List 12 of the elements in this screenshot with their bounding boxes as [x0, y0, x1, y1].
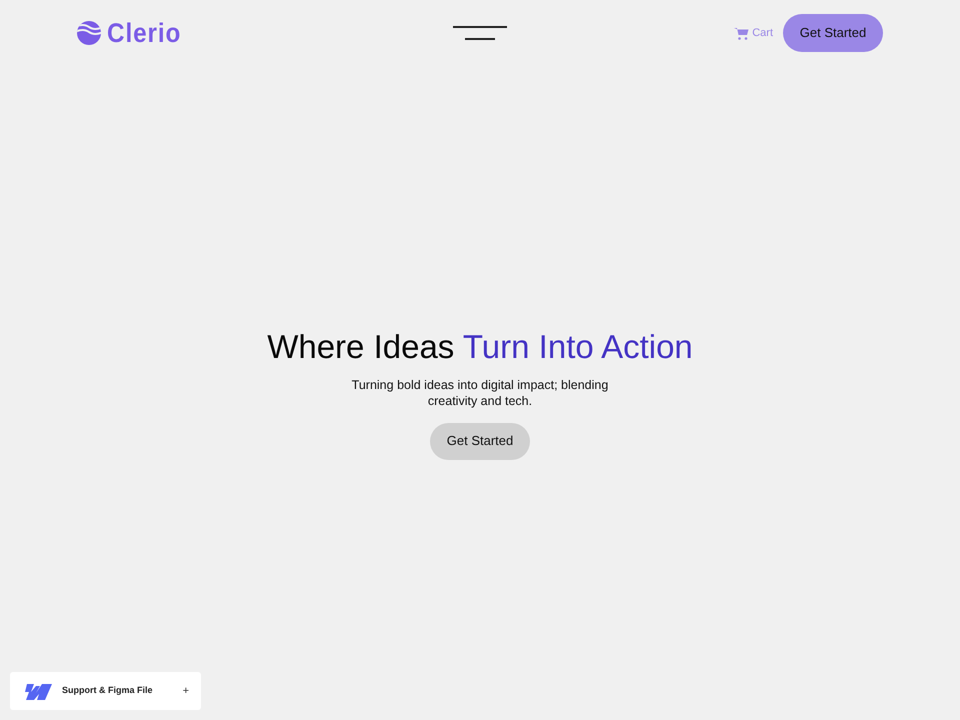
cart-icon: [734, 26, 750, 40]
logo-icon: [24, 682, 52, 700]
expand-toggle[interactable]: +: [182, 682, 189, 700]
logo-icon: [77, 21, 101, 45]
support-widget[interactable]: Support & Figma File +: [10, 672, 201, 710]
get-started-button[interactable]: Get Started: [430, 422, 530, 460]
support-label: Support & Figma File: [62, 684, 153, 698]
brand-name[interactable]: Clerio: [107, 20, 182, 46]
hero-subtitle: Turning bold ideas into digital impact; blending creativity and tech.: [350, 376, 610, 408]
hero-heading: Where Ideas Turn Into Action: [267, 326, 693, 366]
menu-icon[interactable]: [453, 26, 507, 40]
get-started-button[interactable]: Get Started: [783, 14, 883, 52]
